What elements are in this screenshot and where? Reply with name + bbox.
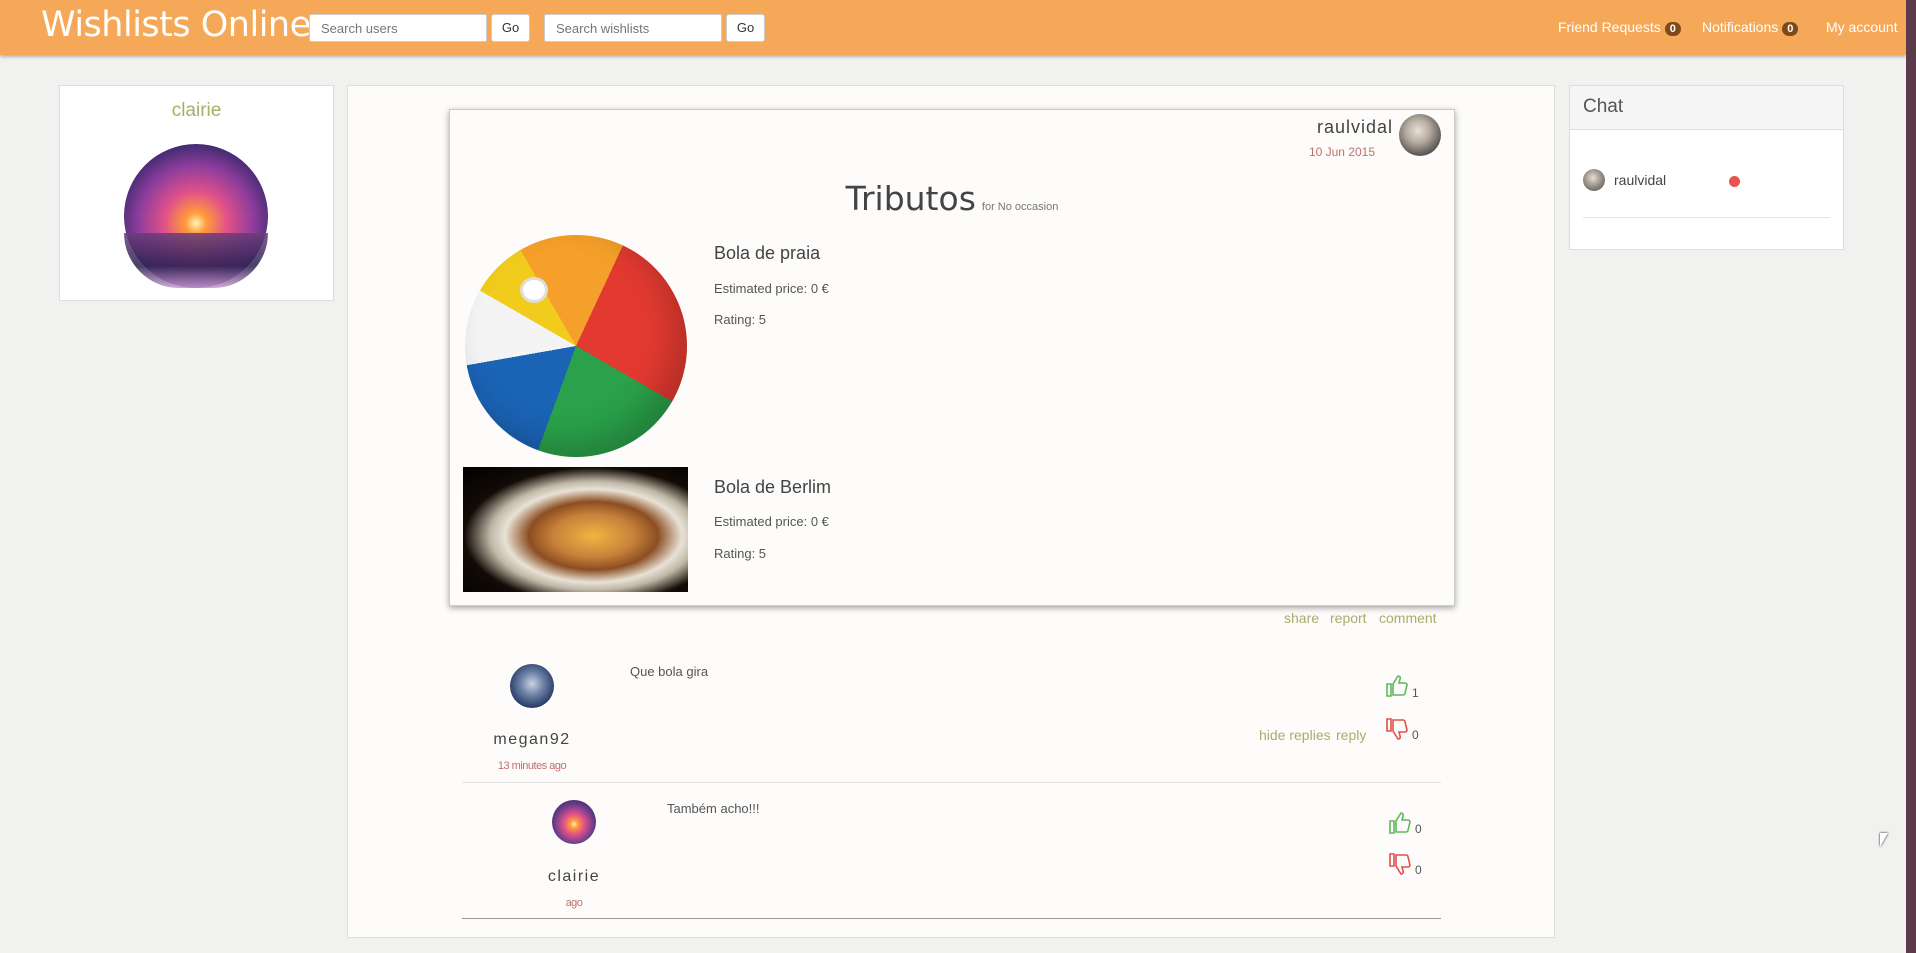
item-rating: Rating: 5 bbox=[714, 546, 767, 561]
mouse-cursor-icon bbox=[1880, 833, 1888, 847]
notifications-badge: 0 bbox=[1782, 22, 1799, 36]
notifications-label: Notifications bbox=[1702, 19, 1779, 35]
wishlist-owner-avatar[interactable] bbox=[1399, 114, 1441, 156]
berliner-pastry-image[interactable] bbox=[463, 467, 688, 592]
item-price: Estimated price: 0 € bbox=[714, 514, 829, 529]
wishlist-occasion: for No occasion bbox=[981, 201, 1059, 213]
friend-requests-link[interactable]: Friend Requests 0 bbox=[1558, 19, 1681, 36]
brand-logo[interactable]: Wishlists Online bbox=[41, 5, 311, 45]
item-rating: Rating: 5 bbox=[714, 312, 767, 327]
friend-requests-label: Friend Requests bbox=[1558, 19, 1661, 35]
search-wishlists-go-button[interactable]: Go bbox=[726, 14, 765, 42]
thumbs-down-icon[interactable] bbox=[1388, 852, 1412, 876]
top-navbar: Wishlists Online Go Go Friend Requests0 … bbox=[0, 0, 1906, 55]
comment-timestamp: 13 minutes ago bbox=[497, 760, 567, 772]
share-link[interactable]: share bbox=[1284, 610, 1319, 626]
chat-user-avatar[interactable] bbox=[1583, 169, 1605, 191]
like-count: 1 bbox=[1412, 686, 1419, 700]
my-account-link[interactable]: My account bbox=[1826, 19, 1898, 35]
comment-link[interactable]: comment bbox=[1379, 610, 1437, 626]
chat-title: Chat bbox=[1583, 96, 1624, 117]
reply-link[interactable]: reply bbox=[1336, 727, 1366, 743]
report-link[interactable]: report bbox=[1330, 610, 1367, 626]
comment-divider bbox=[462, 918, 1441, 919]
wishlist-date: 10 Jun 2015 bbox=[1308, 145, 1375, 159]
comment-author-name[interactable]: clairie bbox=[504, 868, 644, 886]
thumbs-up-icon[interactable] bbox=[1388, 811, 1412, 835]
window-scrollbar[interactable] bbox=[1906, 0, 1916, 953]
comment-text: Que bola gira bbox=[630, 664, 709, 679]
comment-author-name[interactable]: megan92 bbox=[462, 731, 602, 749]
user-status-dot bbox=[1729, 176, 1740, 187]
beach-ball-image[interactable] bbox=[465, 235, 687, 457]
thumbs-up-icon[interactable] bbox=[1385, 674, 1409, 698]
wishlist-title: Tributos bbox=[845, 179, 976, 218]
profile-avatar[interactable] bbox=[124, 144, 268, 288]
profile-panel: clairie bbox=[59, 85, 334, 301]
chat-header: Chat bbox=[1570, 86, 1843, 130]
hide-replies-link[interactable]: hide replies bbox=[1259, 727, 1331, 743]
dislike-count: 0 bbox=[1412, 728, 1419, 742]
friend-requests-badge: 0 bbox=[1664, 22, 1681, 36]
like-count: 0 bbox=[1415, 822, 1422, 836]
comment-divider bbox=[462, 782, 1441, 783]
chat-panel: Chat raulvidal bbox=[1569, 85, 1844, 250]
search-users-go-button[interactable]: Go bbox=[491, 14, 530, 42]
item-name[interactable]: Bola de Berlim bbox=[714, 477, 831, 498]
item-name[interactable]: Bola de praia bbox=[714, 243, 820, 264]
comment-author-avatar[interactable] bbox=[552, 800, 596, 844]
profile-username[interactable]: clairie bbox=[60, 100, 333, 122]
wishlist-title-row: Tributos for No occasion bbox=[450, 179, 1454, 218]
chat-divider bbox=[1583, 217, 1830, 218]
wishlist-card: raulvidal 10 Jun 2015 Tributos for No occ… bbox=[449, 109, 1455, 606]
search-wishlists-input[interactable] bbox=[544, 14, 722, 42]
thumbs-down-icon[interactable] bbox=[1385, 717, 1409, 741]
item-price: Estimated price: 0 € bbox=[714, 281, 829, 296]
comment-timestamp: ago bbox=[565, 897, 583, 909]
chat-user-name[interactable]: raulvidal bbox=[1614, 172, 1666, 188]
search-users-input[interactable] bbox=[309, 14, 487, 42]
notifications-link[interactable]: Notifications 0 bbox=[1702, 19, 1799, 36]
dislike-count: 0 bbox=[1415, 863, 1422, 877]
comment-author-avatar[interactable] bbox=[510, 664, 554, 708]
comment-text: Também acho!!! bbox=[667, 801, 760, 816]
wishlist-owner-name[interactable]: raulvidal bbox=[1317, 117, 1393, 138]
